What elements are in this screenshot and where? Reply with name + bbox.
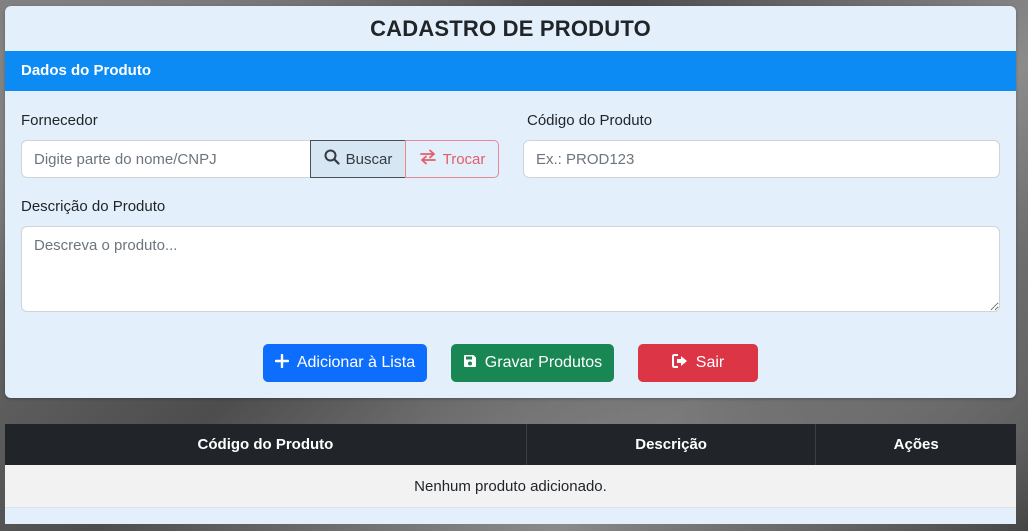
search-button[interactable]: Buscar [310, 140, 406, 178]
save-products-button[interactable]: Gravar Produtos [451, 344, 614, 382]
search-button-label: Buscar [345, 150, 393, 168]
fornecedor-input[interactable] [21, 140, 311, 178]
exit-button[interactable]: Sair [638, 344, 758, 382]
sign-out-icon [671, 353, 688, 373]
floppy-disk-icon [463, 354, 477, 373]
add-to-list-button[interactable]: Adicionar à Lista [263, 344, 427, 382]
fornecedor-label: Fornecedor [21, 112, 98, 129]
codigo-input[interactable] [523, 140, 1000, 178]
section-header: Dados do Produto [5, 51, 1016, 91]
swap-arrows-icon [419, 149, 437, 169]
table-row: Nenhum produto adicionado. [5, 465, 1016, 508]
swap-button-label: Trocar [442, 150, 486, 168]
column-header-descricao: Descrição [526, 424, 817, 465]
swap-button[interactable]: Trocar [405, 140, 499, 178]
save-products-label: Gravar Produtos [484, 354, 603, 371]
product-form-card: CADASTRO DE PRODUTO Dados do Produto For… [5, 6, 1016, 398]
column-header-acoes: Ações [815, 424, 1016, 465]
descricao-textarea[interactable] [21, 226, 1000, 312]
products-table: Código do Produto Descrição Ações Nenhum… [5, 424, 1016, 508]
page-title: CADASTRO DE PRODUTO [370, 16, 651, 41]
exit-label: Sair [695, 354, 725, 371]
products-table-container: Código do Produto Descrição Ações Nenhum… [5, 424, 1016, 524]
codigo-label: Código do Produto [527, 112, 653, 129]
descricao-label: Descrição do Produto [21, 198, 166, 215]
add-to-list-label: Adicionar à Lista [296, 354, 416, 371]
plus-icon [274, 353, 290, 373]
table-header-row: Código do Produto Descrição Ações [5, 424, 1016, 465]
search-icon [324, 149, 340, 169]
column-header-codigo: Código do Produto [5, 424, 527, 465]
empty-table-message: Nenhum produto adicionado. [5, 465, 1016, 508]
